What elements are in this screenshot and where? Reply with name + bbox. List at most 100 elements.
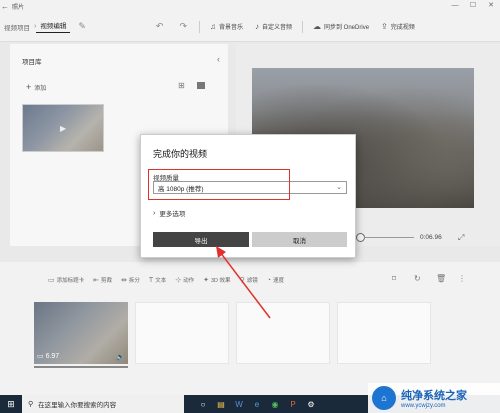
close-icon[interactable]: ✕	[482, 0, 500, 12]
search-icon: ⚲	[28, 401, 34, 408]
background-music-button[interactable]: ♫ 背景音乐	[204, 22, 249, 31]
3d-effects-label: 3D 效果	[210, 278, 231, 284]
watermark-name: 纯净系统之家	[401, 390, 467, 402]
add-title-card-label: 添加标题卡	[56, 278, 85, 284]
playback-time: 0:06.96	[420, 234, 442, 241]
text-icon: T	[148, 276, 154, 284]
storyboard-toolbar: ▭ 添加标题卡 ⇤ 剪裁 ⇹ 拆分 T 文本 ⊹ 动作 ✦ 3D 效果 ⚲ 滤镜 ◔ 速度	[0, 272, 500, 288]
filters-button[interactable]: ⚲ 滤镜	[240, 276, 258, 284]
play-icon: ▶	[60, 124, 67, 133]
chevron-left-icon[interactable]: ‹	[217, 54, 220, 64]
dialog-title: 完成你的视频	[153, 149, 208, 159]
redo-icon[interactable]: ↷	[171, 21, 195, 32]
grid-view-icon[interactable]: ⊞	[178, 81, 185, 90]
breadcrumb-video-project[interactable]: 视频项目	[0, 22, 34, 32]
chevron-right-icon: ›	[153, 209, 156, 217]
motion-icon: ⊹	[175, 277, 182, 284]
storyboard-empty-slot[interactable]	[337, 302, 431, 364]
speed-label: 速度	[272, 278, 284, 284]
app-title: 照片	[12, 4, 25, 11]
storyboard-clip[interactable]: ▭ 6.97 🔈	[34, 302, 128, 368]
more-options-label: 更多选项	[159, 211, 186, 218]
storyboard-panel: ▭ 添加标题卡 ⇤ 剪裁 ⇹ 拆分 T 文本 ⊹ 动作 ✦ 3D 效果 ⚲ 滤镜 ◔ 速度 ⌑ …	[0, 262, 500, 395]
pencil-icon[interactable]: ✎	[70, 21, 94, 32]
add-label: 添加	[34, 85, 47, 92]
divider	[302, 20, 304, 33]
watermark-text: 纯净系统之家 www.ycwjzy.com	[401, 387, 467, 409]
watermark: ⌂ 纯净系统之家 www.ycwjzy.com	[368, 383, 500, 413]
volume-icon[interactable]: 🔈	[116, 353, 125, 361]
trim-label: 剪裁	[101, 278, 113, 284]
audio-icon: ♪	[255, 22, 259, 31]
settings-icon[interactable]: ⚙	[302, 400, 320, 409]
seek-slider-track[interactable]	[364, 237, 414, 238]
speed-button[interactable]: ◔ 速度	[266, 276, 284, 285]
delete-icon[interactable]: 🗑	[436, 274, 446, 283]
task-view-icon[interactable]: ○	[194, 400, 212, 409]
motion-label: 动作	[183, 278, 195, 284]
background-music-label: 背景音乐	[218, 25, 243, 31]
sync-onedrive-button[interactable]: ☁ 同步到 OneDrive	[307, 22, 375, 31]
clip-selection-indicator	[34, 366, 128, 368]
custom-audio-button[interactable]: ♪ 自定义音频	[249, 22, 298, 31]
wechat-icon[interactable]: ◉	[266, 400, 284, 409]
export-icon: ⇪	[381, 22, 388, 31]
cloud-icon: ☁	[313, 22, 322, 31]
finish-video-button[interactable]: ⇪ 完成视频	[375, 22, 421, 31]
file-explorer-icon[interactable]: ▤	[212, 400, 230, 409]
divider	[198, 20, 200, 33]
powerpoint-icon[interactable]: P	[284, 400, 302, 409]
list-view-icon[interactable]	[197, 82, 205, 89]
music-note-icon: ♫	[209, 22, 216, 31]
custom-audio-label: 自定义音频	[262, 25, 293, 31]
3d-effects-icon: ✦	[203, 277, 209, 284]
fullscreen-icon[interactable]: ⤢	[458, 233, 464, 243]
minimize-icon[interactable]: —	[446, 0, 464, 12]
command-bar: 视频项目 › 视频编辑 ✎ ↶ ↷ ♫ 背景音乐 ♪ 自定义音频 ☁ 同步到 OneD…	[0, 12, 500, 42]
taskbar-search-placeholder: 在这里输入你要搜索的内容	[38, 402, 117, 409]
split-button[interactable]: ⇹ 拆分	[121, 276, 140, 284]
storyboard-empty-slot[interactable]	[135, 302, 229, 364]
text-button[interactable]: T 文本	[148, 276, 167, 285]
cancel-button[interactable]: 取消	[252, 232, 347, 247]
resize-icon[interactable]: ⌑	[392, 274, 396, 283]
clip-icon: ▭	[37, 353, 46, 360]
storyboard-empty-slot[interactable]	[236, 302, 330, 364]
undo-icon[interactable]: ↶	[148, 21, 172, 32]
filter-icon: ⚲	[239, 277, 245, 284]
project-library-title: 项目库	[22, 59, 42, 66]
add-title-card-button[interactable]: ▭ 添加标题卡	[48, 276, 84, 284]
watermark-logo-icon: ⌂	[372, 386, 396, 410]
window-controls: — ☐ ✕	[446, 0, 500, 12]
clip-duration: ▭ 6.97	[37, 352, 59, 360]
highlight-box	[148, 169, 290, 200]
taskbar-apps: ○ ▤ W e ◉ P ⚙	[194, 400, 320, 409]
back-arrow-icon[interactable]: ←	[0, 2, 10, 11]
motion-button[interactable]: ⊹ 动作	[175, 276, 194, 284]
more-options-toggle[interactable]: › 更多选项	[153, 208, 186, 219]
windows-start-icon[interactable]: ⊞	[0, 395, 22, 413]
rotate-icon[interactable]: ↻	[414, 274, 421, 283]
trim-icon: ⇤	[93, 277, 100, 284]
filters-label: 滤镜	[246, 278, 258, 284]
text-label: 文本	[155, 278, 167, 284]
more-icon[interactable]: ⋮	[458, 274, 466, 283]
sync-onedrive-label: 同步到 OneDrive	[324, 25, 370, 31]
clip-duration-value: 6.97	[45, 353, 60, 360]
breadcrumb-video-editor[interactable]: 视频编辑	[36, 20, 71, 33]
word-icon[interactable]: W	[230, 400, 248, 409]
export-button[interactable]: 导出	[153, 232, 249, 247]
trim-button[interactable]: ⇤ 剪裁	[93, 276, 112, 284]
edge-icon[interactable]: e	[248, 400, 266, 409]
watermark-url: www.ycwjzy.com	[401, 403, 446, 409]
3d-effects-button[interactable]: ✦ 3D 效果	[203, 276, 230, 284]
speed-icon: ◔	[266, 276, 271, 284]
finish-video-label: 完成视频	[390, 25, 415, 31]
title-bar: ← 照片 — ☐ ✕	[0, 0, 500, 12]
add-button[interactable]: + 添加	[26, 82, 46, 92]
maximize-icon[interactable]: ☐	[464, 0, 482, 12]
split-label: 拆分	[128, 278, 140, 284]
taskbar-search-box[interactable]: ⚲ 在这里输入你要搜索的内容	[22, 395, 184, 413]
library-clip-thumbnail[interactable]: ▶	[22, 104, 104, 152]
plus-icon: +	[26, 82, 32, 92]
